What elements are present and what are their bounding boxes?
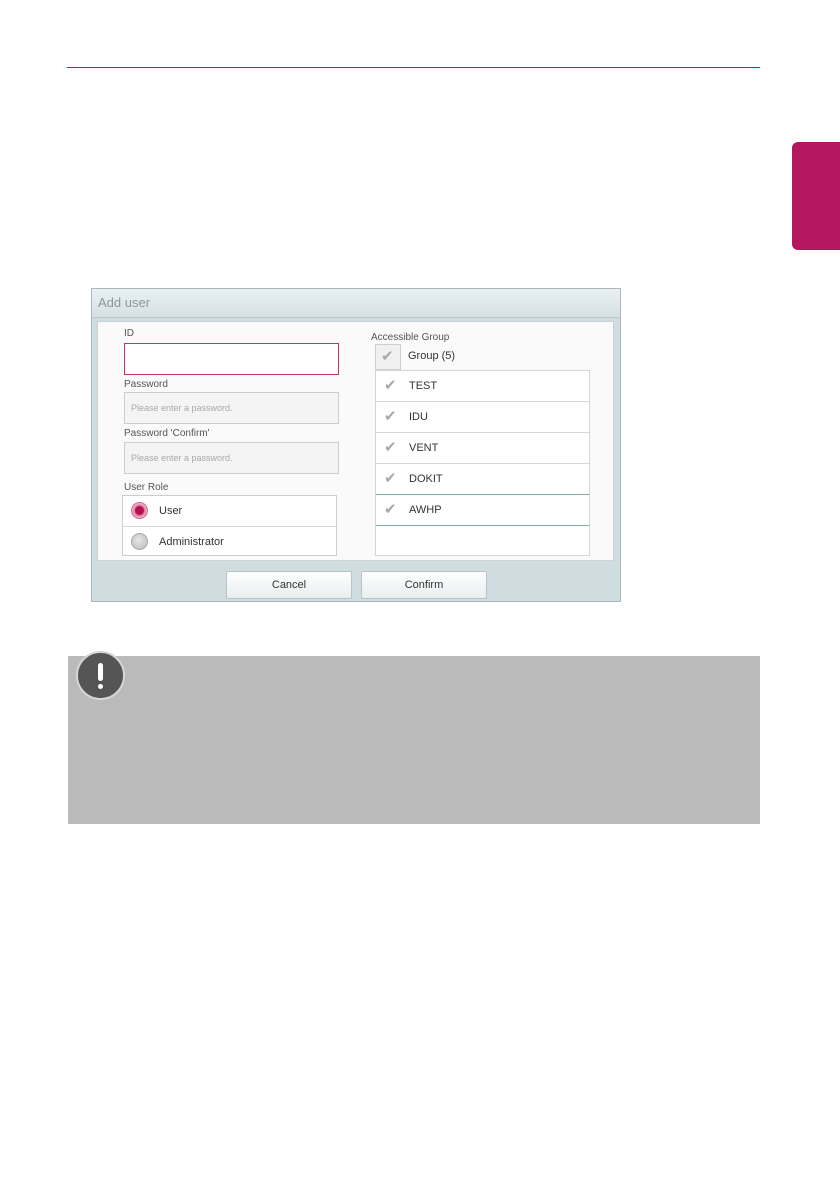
user-role-label: User Role [124,482,169,493]
checkmark-icon: ✔ [384,377,397,394]
group-header-label: Group (5) [408,350,456,362]
exclamation-icon [76,651,125,700]
group-item-label: IDU [409,411,428,423]
group-all-checkbox[interactable]: ✔ [375,344,401,370]
group-all-toggle[interactable]: ✔ Group (5) [375,344,590,370]
radio-unselected-icon[interactable] [131,533,148,550]
checkmark-icon: ✔ [384,408,397,425]
checkmark-icon: ✔ [384,470,397,487]
checkmark-icon: ✔ [381,348,394,365]
top-rule [67,67,760,68]
dialog-title: Add user [92,289,620,318]
group-item-test[interactable]: ✔ TEST [376,371,589,402]
role-option-user[interactable]: User [123,496,336,526]
role-label: User [159,505,183,517]
user-role-list: User Administrator [122,495,337,556]
add-user-dialog: Add user ID Password Please enter a pass… [91,288,621,602]
checkmark-icon: ✔ [384,501,397,518]
id-field[interactable] [124,343,339,375]
group-item-awhp[interactable]: ✔ AWHP [376,495,589,526]
note-box [68,656,760,824]
group-item-idu[interactable]: ✔ IDU [376,402,589,433]
side-tab [792,142,840,250]
password-label: Password [124,379,168,390]
password-confirm-field[interactable]: Please enter a password. [124,442,339,474]
group-item-label: AWHP [409,504,442,516]
group-item-dokit[interactable]: ✔ DOKIT [376,464,589,495]
group-list: ✔ TEST ✔ IDU ✔ VENT ✔ DOKIT ✔ AWHP [375,370,590,556]
password-confirm-label: Password 'Confirm' [124,428,210,439]
id-label: ID [124,328,134,339]
confirm-button[interactable]: Confirm [361,571,487,599]
password-field[interactable]: Please enter a password. [124,392,339,424]
group-item-label: TEST [409,380,438,392]
role-option-administrator[interactable]: Administrator [123,526,336,557]
radio-selected-icon[interactable] [131,502,148,519]
group-item-label: DOKIT [409,473,443,485]
group-item-label: VENT [409,442,439,454]
checkmark-icon: ✔ [384,439,397,456]
group-item-vent[interactable]: ✔ VENT [376,433,589,464]
role-label: Administrator [159,536,224,548]
accessible-group-label: Accessible Group [371,332,450,343]
cancel-button[interactable]: Cancel [226,571,352,599]
